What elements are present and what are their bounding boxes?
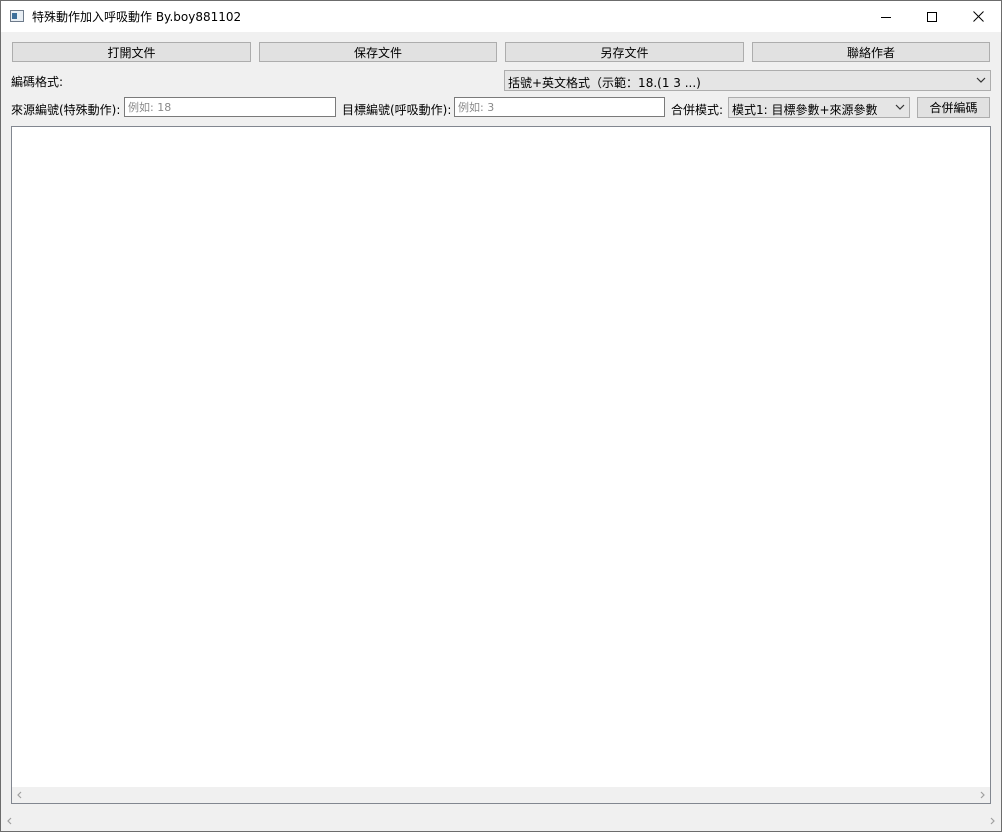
- source-number-input[interactable]: [124, 97, 336, 117]
- scroll-left-arrow-icon[interactable]: [15, 790, 25, 800]
- merge-encoding-button[interactable]: 合併編碼: [917, 97, 990, 118]
- text-editor[interactable]: [11, 126, 991, 804]
- source-number-label: 來源編號(特殊動作):: [11, 103, 121, 117]
- save-file-button[interactable]: 保存文件: [259, 42, 497, 62]
- target-number-label: 目標編號(呼吸動作):: [342, 103, 452, 117]
- merge-mode-select[interactable]: 模式1: 目標參數+來源參數: [728, 97, 910, 118]
- maximize-button[interactable]: [909, 1, 955, 32]
- minimize-icon: [881, 16, 891, 18]
- contact-author-button[interactable]: 聯絡作者: [752, 42, 990, 62]
- close-button[interactable]: [955, 1, 1001, 32]
- open-file-button[interactable]: 打開文件: [12, 42, 251, 62]
- app-window-icon: [10, 10, 24, 22]
- encoding-format-select[interactable]: 括號+英文格式（示範：18.(1 3 ...): [504, 70, 991, 91]
- target-number-input[interactable]: [454, 97, 665, 117]
- title-bar[interactable]: 特殊動作加入呼吸動作 By.boy881102: [1, 1, 1001, 32]
- scroll-left-arrow-icon[interactable]: [5, 816, 15, 826]
- minimize-button[interactable]: [863, 1, 909, 32]
- encoding-format-label: 編碼格式:: [11, 75, 64, 89]
- app-window: 特殊動作加入呼吸動作 By.boy881102 打開文件 保存文件 另存文件 聯…: [0, 0, 1002, 832]
- window-title: 特殊動作加入呼吸動作 By.boy881102: [32, 10, 242, 24]
- scroll-right-arrow-icon[interactable]: [987, 816, 997, 826]
- window-horizontal-scrollbar[interactable]: [1, 813, 1001, 829]
- merge-mode-label: 合併模式:: [671, 103, 724, 117]
- save-as-button[interactable]: 另存文件: [505, 42, 744, 62]
- editor-horizontal-scrollbar[interactable]: [12, 787, 990, 803]
- merge-mode-value: 模式1: 目標參數+來源參數: [732, 103, 878, 117]
- scroll-right-arrow-icon[interactable]: [977, 790, 987, 800]
- close-icon: [972, 11, 984, 22]
- encoding-format-value: 括號+英文格式（示範：18.(1 3 ...): [508, 76, 701, 90]
- maximize-icon: [927, 11, 937, 22]
- chevron-down-icon: [976, 77, 986, 83]
- chevron-down-icon: [895, 104, 905, 110]
